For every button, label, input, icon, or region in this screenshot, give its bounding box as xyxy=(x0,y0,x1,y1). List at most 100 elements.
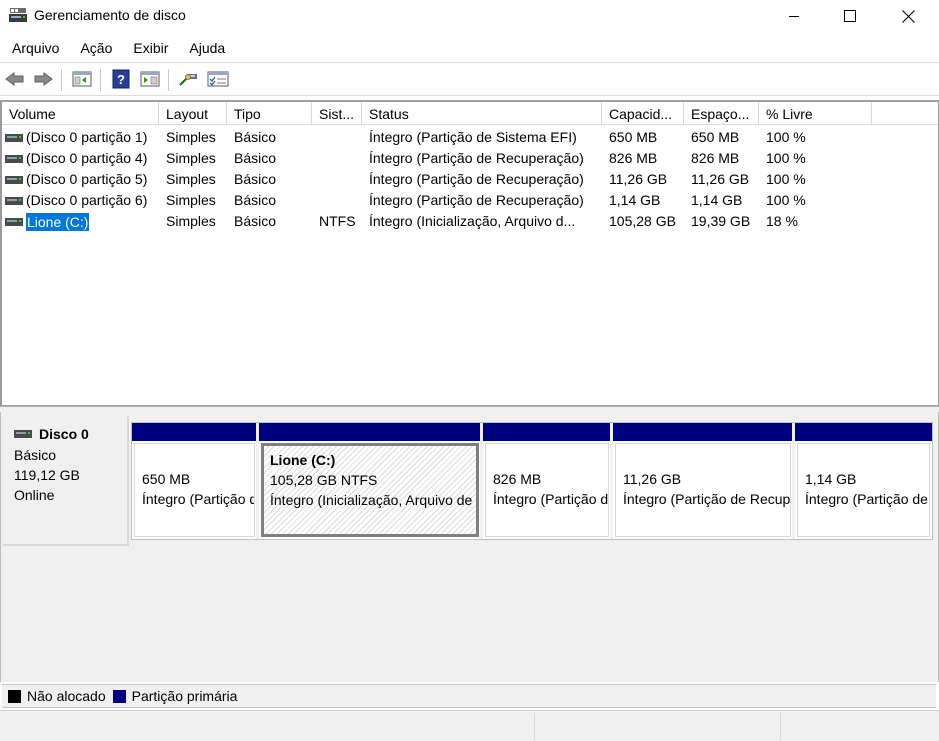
column-header-tipo[interactable]: Tipo xyxy=(227,102,312,125)
column-header-livre[interactable]: % Livre xyxy=(759,102,872,125)
drive-icon xyxy=(5,133,23,142)
table-row-selected[interactable]: Lione (C:) Simples Básico NTFS Íntegro (… xyxy=(2,211,938,232)
capacidade-cell: 650 MB xyxy=(609,129,658,145)
status-bar-separator xyxy=(534,713,535,740)
livre-cell: 100 % xyxy=(766,192,806,208)
legend-swatch-primary xyxy=(112,689,126,703)
status-bar-separator xyxy=(780,713,781,740)
volume-cell: (Disco 0 partição 5) xyxy=(2,169,159,190)
volume-cell: (Disco 0 partição 4) xyxy=(2,148,159,169)
capacidade-cell: 826 MB xyxy=(609,150,658,166)
disk-name-text: Disco 0 xyxy=(39,426,89,442)
menu-exibir[interactable]: Exibir xyxy=(122,40,178,56)
status-bar xyxy=(0,710,939,741)
help-button[interactable]: ? xyxy=(110,69,132,89)
partition-status: Íntegro (Partição de Recuperação) xyxy=(493,491,609,507)
partition-status: Íntegro (Inicialização, Arquivo de Pagin… xyxy=(270,492,476,508)
sistema-cell xyxy=(313,148,363,169)
tipo-cell: Básico xyxy=(234,192,277,208)
column-header-layout[interactable]: Layout xyxy=(159,102,227,125)
capacidade-cell: 1,14 GB xyxy=(609,192,661,208)
partition-bar xyxy=(259,423,481,441)
partition-size: 650 MB xyxy=(142,471,191,487)
drive-icon xyxy=(5,175,23,184)
sistema-cell xyxy=(313,127,363,148)
drive-icon xyxy=(5,196,23,205)
forward-button[interactable] xyxy=(32,69,54,89)
partition-body: 826 MB Íntegro (Partição de Recuperação) xyxy=(485,443,609,537)
tipo-cell: Básico xyxy=(234,213,277,229)
tipo-cell: Básico xyxy=(234,171,277,187)
sistema-cell xyxy=(313,169,363,190)
minimize-button[interactable] xyxy=(765,0,823,32)
status-cell: Íntegro (Partição de Recuperação) xyxy=(369,192,584,208)
partition-lione-c[interactable]: Lione (C:) 105,28 GB NTFS Íntegro (Inici… xyxy=(259,423,481,539)
partition-recovery-2[interactable]: 11,26 GB Íntegro (Partição de Recuperaçã… xyxy=(613,423,793,539)
layout-cell: Simples xyxy=(166,213,216,229)
window-title: Gerenciamento de disco xyxy=(34,7,186,23)
disk-icon xyxy=(14,430,32,438)
column-header-espaco[interactable]: Espaço... xyxy=(684,102,759,125)
console-tree-icon xyxy=(72,71,92,87)
table-row[interactable]: (Disco 0 partição 6) Simples Básico Ínte… xyxy=(2,190,938,211)
properties-panel-button[interactable] xyxy=(139,69,161,89)
table-row[interactable]: (Disco 0 partição 1) Simples Básico Ínte… xyxy=(2,127,938,148)
partition-status: Íntegro (Partição de Recuperação) xyxy=(623,491,791,507)
checklist-button[interactable] xyxy=(207,69,229,89)
menu-arquivo[interactable]: Arquivo xyxy=(0,40,69,56)
table-row[interactable]: (Disco 0 partição 5) Simples Básico Ínte… xyxy=(2,169,938,190)
disk-name: Disco 0 xyxy=(14,426,127,442)
espaco-cell: 19,39 GB xyxy=(691,213,751,229)
disk-size: 119,12 GB xyxy=(14,467,80,483)
partition-title: Lione (C:) xyxy=(270,452,336,468)
volume-cell: Lione (C:) xyxy=(2,211,159,232)
volume-cell: (Disco 0 partição 6) xyxy=(2,190,159,211)
legend-primary: Partição primária xyxy=(131,688,238,704)
layout-cell: Simples xyxy=(166,171,216,187)
table-row[interactable]: (Disco 0 partição 4) Simples Básico Ínte… xyxy=(2,148,938,169)
volume-name: Lione (C:) xyxy=(26,212,90,231)
partition-status: Íntegro (Partição de Recuperação) xyxy=(805,491,929,507)
layout-cell: Simples xyxy=(166,129,216,145)
volume-list[interactable]: Volume Layout Tipo Sist... Status Capaci… xyxy=(0,100,939,406)
menu-acao[interactable]: Ação xyxy=(69,40,122,56)
partition-body: 11,26 GB Íntegro (Partição de Recuperaçã… xyxy=(615,443,791,537)
console-tree-button[interactable] xyxy=(71,69,93,89)
column-header-sistema[interactable]: Sist... xyxy=(312,102,362,125)
back-button[interactable] xyxy=(4,69,26,89)
menu-bar: Arquivo Ação Exibir Ajuda xyxy=(0,36,939,60)
menu-ajuda[interactable]: Ajuda xyxy=(178,40,235,56)
partition-body: 650 MB Íntegro (Partição de Sistema EFI) xyxy=(134,443,255,537)
disk-state: Online xyxy=(14,487,55,503)
partition-recovery-1[interactable]: 826 MB Íntegro (Partição de Recuperação) xyxy=(483,423,611,539)
column-header-status[interactable]: Status xyxy=(362,102,602,125)
partition-status: Íntegro (Partição de Sistema EFI) xyxy=(142,491,254,507)
volume-cell: (Disco 0 partição 1) xyxy=(2,127,159,148)
volume-name: (Disco 0 partição 5) xyxy=(26,171,148,187)
status-cell: Íntegro (Partição de Recuperação) xyxy=(369,171,584,187)
toolbar-separator xyxy=(61,69,62,91)
partition-recovery-3[interactable]: 1,14 GB Íntegro (Partição de Recuperação… xyxy=(795,423,932,539)
volume-name: (Disco 0 partição 1) xyxy=(26,129,148,145)
column-header-volume[interactable]: Volume xyxy=(2,102,159,125)
maximize-icon xyxy=(844,10,856,22)
volume-name: (Disco 0 partição 6) xyxy=(26,192,148,208)
column-header-capacidade[interactable]: Capacid... xyxy=(602,102,684,125)
status-cell: Íntegro (Partição de Recuperação) xyxy=(369,150,584,166)
close-button[interactable] xyxy=(879,0,937,32)
partition-bar xyxy=(795,423,932,441)
disk-management-app-icon xyxy=(9,8,27,22)
disk-type: Básico xyxy=(14,447,57,463)
toolbar: ? xyxy=(0,62,939,96)
livre-cell: 100 % xyxy=(766,150,806,166)
back-arrow-icon xyxy=(5,72,24,86)
rescan-disks-button[interactable] xyxy=(177,69,199,89)
espaco-cell: 826 MB xyxy=(691,150,740,166)
rescan-disks-icon xyxy=(179,74,197,86)
help-icon: ? xyxy=(112,69,130,89)
disk-info-panel[interactable]: Disco 0 Básico 119,12 GB Online xyxy=(3,416,129,546)
sistema-cell: NTFS xyxy=(319,213,356,229)
partition-efi[interactable]: 650 MB Íntegro (Partição de Sistema EFI) xyxy=(132,423,257,539)
sistema-cell xyxy=(313,190,363,211)
maximize-button[interactable] xyxy=(821,0,879,32)
